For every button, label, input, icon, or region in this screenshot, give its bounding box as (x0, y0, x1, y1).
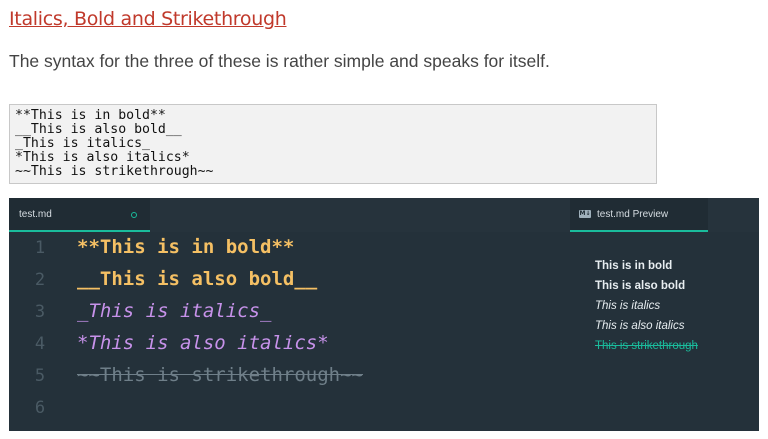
code-example-line: __This is also bold__ (15, 122, 182, 137)
code-example-line: _This is italics_ (15, 136, 150, 151)
line-number-gutter: 1 2 3 4 5 6 (9, 232, 57, 431)
code-example-block: **This is in bold** __This is also bold_… (9, 104, 657, 184)
line-number: 3 (34, 302, 46, 322)
preview-italics-alt: This is also italics (595, 320, 685, 332)
preview-strikethrough: This is strikethrough (595, 340, 698, 352)
editor-screenshot: test.md M↓ test.md Preview 1 2 3 4 5 6 *… (9, 198, 759, 431)
section-heading[interactable]: Italics, Bold and Strikethrough (9, 8, 287, 30)
line-number: 5 (34, 366, 46, 386)
tab-preview-label: test.md Preview (597, 209, 669, 220)
editor-tab-bar: test.md M↓ test.md Preview (9, 198, 759, 232)
tab-file-label: test.md (19, 209, 52, 220)
preview-bold: This is in bold (595, 260, 673, 272)
line-number: 1 (34, 238, 46, 258)
editor-line-italics: _This is italics_ (77, 300, 272, 322)
tab-file[interactable]: test.md (9, 198, 150, 232)
line-number: 6 (34, 398, 46, 418)
preview-italics: This is italics (595, 300, 661, 312)
code-example-line: *This is also italics* (15, 150, 190, 165)
code-example-line: **This is in bold** (15, 108, 166, 123)
unsaved-dot-icon (131, 212, 137, 218)
line-number: 4 (34, 334, 46, 354)
editor-line-italics-alt: *This is also italics* (77, 332, 329, 354)
line-number: 2 (34, 270, 46, 290)
tab-preview[interactable]: M↓ test.md Preview (570, 198, 708, 232)
editor-line-strikethrough: ~~This is strikethrough~~ (77, 364, 363, 386)
markdown-icon: M↓ (579, 210, 591, 218)
editor-line-bold-alt: __This is also bold__ (77, 268, 318, 290)
code-example-line: ~~This is strikethrough~~ (15, 164, 214, 179)
editor-line-bold: **This is in bold** (77, 236, 295, 258)
intro-text: The syntax for the three of these is rat… (9, 51, 550, 71)
preview-bold-alt: This is also bold (595, 280, 686, 292)
